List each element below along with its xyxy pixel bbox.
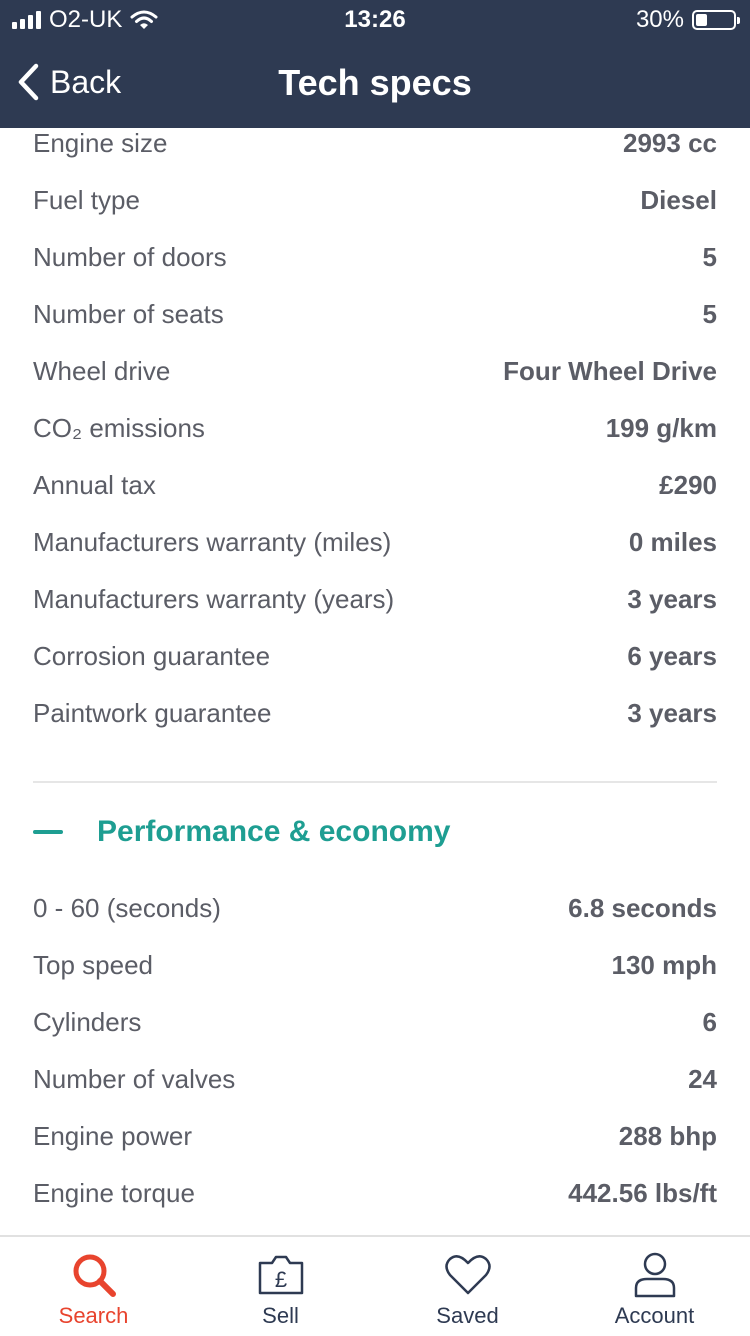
spec-label: Cylinders <box>33 1006 142 1037</box>
tab-search[interactable]: Search <box>0 1237 187 1336</box>
collapse-dash-icon <box>33 830 63 834</box>
spec-row: Annual tax £290 <box>33 465 717 505</box>
spec-row: Wheel drive Four Wheel Drive <box>33 351 717 391</box>
spec-value: 442.56 lbs/ft <box>568 1177 717 1208</box>
page-title: Tech specs <box>278 62 472 103</box>
spec-label: Annual tax <box>33 469 156 500</box>
spec-label: Wheel drive <box>33 355 171 386</box>
tab-saved[interactable]: Saved <box>374 1237 561 1336</box>
spec-label: Fuel type <box>33 184 140 215</box>
spec-row: Engine power 288 bhp <box>33 1116 717 1156</box>
spec-value: 5 <box>702 298 717 329</box>
section-title: Performance & economy <box>97 815 451 848</box>
spec-row: Fuel type Diesel <box>33 180 717 220</box>
spec-label: CO₂ emissions <box>33 412 205 443</box>
spec-row: Cylinders 6 <box>33 1002 717 1042</box>
section-divider <box>33 781 717 783</box>
spec-label: Manufacturers warranty (years) <box>33 583 395 614</box>
spec-label: Number of valves <box>33 1063 236 1094</box>
spec-value: 199 g/km <box>605 412 717 443</box>
tab-label: Sell <box>262 1303 299 1328</box>
spec-label: Engine size <box>33 128 168 158</box>
tab-sell[interactable]: £ Sell <box>187 1237 374 1336</box>
specs-content[interactable]: Engine size 2993 cc Fuel type Diesel Num… <box>0 128 750 1235</box>
spec-row: Manufacturers warranty (miles) 0 miles <box>33 522 717 562</box>
spec-row: Top speed 130 mph <box>33 945 717 985</box>
sell-pound-icon: £ <box>258 1255 303 1295</box>
spec-row: Paintwork guarantee 3 years <box>33 693 717 733</box>
spec-value: 3 years <box>627 583 717 614</box>
tab-bar: Search £ Sell Saved Account <box>0 1235 750 1334</box>
tab-label: Account <box>614 1303 695 1328</box>
spec-row: Engine size 2993 cc <box>33 128 717 163</box>
spec-value: 6.8 seconds <box>568 892 717 923</box>
spec-label: Corrosion guarantee <box>33 640 271 671</box>
svg-text:£: £ <box>274 1267 286 1292</box>
spec-row: Corrosion guarantee 6 years <box>33 636 717 676</box>
spec-value: 130 mph <box>611 949 718 980</box>
spec-row: CO₂ emissions 199 g/km <box>33 408 717 448</box>
spec-value: 0 miles <box>628 526 717 557</box>
tab-account[interactable]: Account <box>561 1237 748 1336</box>
spec-value: £290 <box>659 469 717 500</box>
search-icon <box>73 1254 116 1297</box>
spec-label: Top speed <box>33 949 153 980</box>
nav-bar: Back Tech specs <box>0 40 750 128</box>
battery-percent: 30% <box>635 6 684 33</box>
heart-icon <box>444 1255 491 1295</box>
spec-label: Number of doors <box>33 241 227 272</box>
spec-value: 24 <box>688 1063 717 1094</box>
spec-label: Manufacturers warranty (miles) <box>33 526 392 557</box>
spec-value: 3 years <box>627 697 717 728</box>
spec-row: Number of seats 5 <box>33 294 717 334</box>
spec-row: Manufacturers warranty (years) 3 years <box>33 579 717 619</box>
spec-label: Number of seats <box>33 298 224 329</box>
spec-value: 6 years <box>627 640 717 671</box>
spec-value: Diesel <box>640 184 717 215</box>
spec-row: Engine torque 442.56 lbs/ft <box>33 1173 717 1213</box>
spec-row: Number of valves 24 <box>33 1059 717 1099</box>
battery-icon <box>692 10 740 30</box>
tab-label: Saved <box>436 1303 499 1328</box>
top-bar: O2-UK 13:26 30% Back Tech specs <box>0 0 750 128</box>
account-icon <box>634 1252 675 1298</box>
spec-value: 2993 cc <box>623 128 717 158</box>
spec-label: Paintwork guarantee <box>33 697 272 728</box>
status-right: 30% <box>635 6 740 34</box>
performance-section-toggle[interactable]: Performance & economy <box>33 812 450 852</box>
tab-label: Search <box>58 1303 129 1328</box>
spec-label: Engine power <box>33 1120 192 1151</box>
spec-row: Number of doors 5 <box>33 237 717 277</box>
spec-row: 0 - 60 (seconds) 6.8 seconds <box>33 888 717 928</box>
spec-value: 6 <box>702 1006 717 1037</box>
spec-label: 0 - 60 (seconds) <box>33 892 221 923</box>
spec-value: Four Wheel Drive <box>503 355 717 386</box>
spec-value: 288 bhp <box>618 1120 717 1151</box>
status-bar: O2-UK 13:26 30% <box>0 0 750 40</box>
spec-label: Engine torque <box>33 1177 195 1208</box>
spec-value: 5 <box>702 241 717 272</box>
